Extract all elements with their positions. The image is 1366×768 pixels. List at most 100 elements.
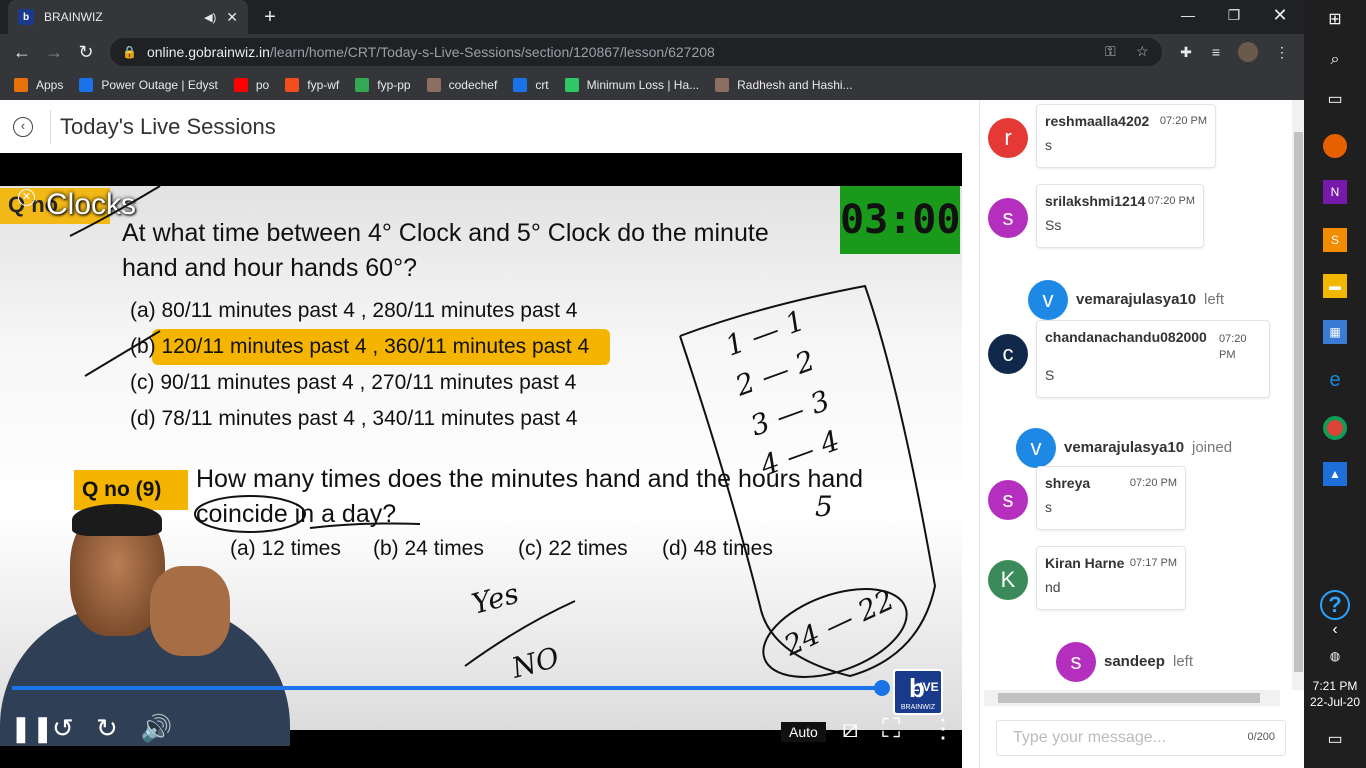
task-view-icon[interactable]: ▭ (1323, 88, 1347, 112)
minimize-button[interactable]: — (1165, 0, 1211, 32)
bookmark-item[interactable]: crt (513, 78, 549, 92)
menu-kebab-icon[interactable]: ⋮ (1272, 42, 1292, 62)
char-counter: 0/200 (1247, 731, 1275, 743)
brainwiz-icon (513, 78, 528, 92)
rewind-10-icon[interactable]: ↺ (52, 713, 74, 744)
web-page: ‹ Today's Live Sessions Q no ✕ Clocks 03… (0, 100, 1305, 768)
brainwiz-favicon-icon: b (18, 9, 34, 25)
bookmark-item[interactable]: Radhesh and Hashi... (715, 78, 853, 92)
event-action: left (1173, 653, 1194, 670)
bookmark-label: fyp-pp (377, 78, 411, 92)
firefox-icon[interactable] (1323, 134, 1347, 158)
volume-icon[interactable]: 🔊 (140, 713, 172, 744)
bookmark-item[interactable]: po (233, 78, 269, 92)
onenote-icon[interactable]: N (1323, 180, 1347, 204)
avatar: c (988, 334, 1028, 374)
message-text: Ss (1045, 217, 1062, 233)
lecture-slide: Q no ✕ Clocks 03:00 At what time between… (0, 186, 962, 746)
presenter-hand (150, 566, 230, 656)
media-control-icon[interactable]: ≡ (1206, 42, 1226, 62)
address-bar[interactable]: 🔒 online.gobrainwiz.in/learn/home/CRT/To… (110, 38, 1162, 66)
message-text: s (1045, 499, 1052, 515)
url-path: /learn/home/CRT/Today-s-Live-Sessions/se… (269, 44, 715, 60)
chat-horizontal-scrollbar[interactable] (984, 690, 1280, 706)
forward-button[interactable]: → (42, 40, 66, 64)
figma-icon (285, 78, 300, 92)
progress-bar[interactable] (12, 686, 882, 690)
reload-button[interactable]: ↻ (74, 40, 98, 64)
page-title: Today's Live Sessions (60, 113, 276, 139)
bookmark-item[interactable]: Apps (14, 78, 63, 92)
pd-icon (355, 78, 370, 92)
new-tab-button[interactable]: + (258, 5, 282, 29)
event-username: vemarajulasya10 (1064, 439, 1185, 456)
url-host: online.gobrainwiz.in (146, 44, 270, 60)
notifications-icon[interactable]: ▭ (1323, 728, 1347, 752)
quality-selector[interactable]: Auto (781, 722, 826, 742)
handwriting-yes: Yes (468, 577, 522, 621)
help-icon[interactable]: ? (1320, 590, 1350, 620)
bookmark-label: Radhesh and Hashi... (737, 78, 853, 92)
underline-day (309, 522, 421, 529)
cast-off-icon[interactable]: ⧄ (842, 713, 859, 745)
extensions-puzzle-icon[interactable]: ✚ (1176, 42, 1196, 62)
chat-scroll-thumb[interactable] (1294, 132, 1303, 672)
bookmark-label: Power Outage | Edyst (101, 78, 218, 92)
bookmark-label: fyp-wf (307, 78, 340, 92)
message-time: 07:20 PM (1219, 333, 1247, 361)
more-options-icon[interactable]: ⋮ (930, 713, 956, 744)
taskbar-clock[interactable]: 7:21 PM 22-Jul-20 (1304, 678, 1366, 710)
chat-hscroll-thumb[interactable] (998, 693, 1260, 703)
back-circle-icon[interactable]: ‹ (13, 116, 33, 137)
chevron-left-icon[interactable]: ‹ (1323, 618, 1347, 642)
message-bubble: chandanachandu082000 07:20 PM S (1036, 320, 1270, 398)
video-player[interactable]: Q no ✕ Clocks 03:00 At what time between… (0, 153, 962, 768)
tick-stroke (69, 186, 161, 237)
progress-knob[interactable] (874, 680, 890, 696)
chat-messages: r reshmaalla4202 07:20 PM s s srilakshmi1214 0… (980, 100, 1289, 690)
bookmark-label: codechef (448, 78, 498, 92)
audio-playing-icon[interactable]: ◀) (204, 11, 216, 24)
chrome-icon[interactable] (1323, 416, 1347, 440)
bookmark-star-icon[interactable]: ☆ (1136, 43, 1149, 60)
hackerrank-icon (564, 78, 579, 92)
back-button[interactable]: ← (10, 40, 34, 64)
bookmark-item[interactable]: fyp-pp (355, 78, 411, 92)
browser-toolbar: ← → ↻ 🔒 online.gobrainwiz.in/learn/home/… (0, 34, 1304, 70)
message-username: shreya (1045, 475, 1091, 491)
tick-mark-b (84, 330, 161, 377)
restore-button[interactable]: ❐ (1211, 0, 1257, 32)
profile-avatar[interactable] (1238, 42, 1258, 62)
edyst-icon (79, 78, 94, 92)
close-window-button[interactable]: ✕ (1257, 0, 1303, 32)
network-icon[interactable]: ◍ (1323, 644, 1347, 668)
windows-start-icon[interactable]: ⊞ (1323, 8, 1347, 32)
bookmark-item[interactable]: Minimum Loss | Ha... (564, 78, 699, 92)
codechef-icon (715, 78, 730, 92)
bookmark-item[interactable]: fyp-wf (285, 78, 339, 92)
edge-icon[interactable]: e (1323, 368, 1347, 392)
search-icon[interactable]: ⌕ (1323, 48, 1347, 72)
avatar: s (1056, 642, 1096, 682)
calculator-icon[interactable]: ▦ (1323, 320, 1347, 344)
presenter-hair (72, 504, 162, 536)
close-tab-icon[interactable]: ✕ (226, 9, 238, 26)
browser-tab[interactable]: b BRAINWIZ ◀) ✕ (8, 0, 248, 34)
message-time: 07:20 PM (1159, 115, 1207, 127)
codechef-icon (426, 78, 441, 92)
event-action: joined (1192, 439, 1233, 456)
event-username: sandeep (1104, 653, 1165, 670)
header-divider (50, 109, 51, 144)
pause-icon[interactable]: ❚❚ (10, 713, 54, 744)
sublime-icon[interactable]: S (1323, 228, 1347, 252)
photos-icon[interactable]: ▲ (1323, 462, 1347, 486)
key-icon[interactable]: ⚿ (1105, 43, 1116, 60)
file-explorer-icon[interactable]: ▬ (1323, 274, 1347, 298)
avatar: v (1028, 280, 1068, 320)
bookmark-item[interactable]: codechef (426, 78, 498, 92)
fullscreen-icon[interactable]: ⛶ (882, 713, 900, 745)
chat-message-input[interactable] (997, 721, 1237, 755)
forward-10-icon[interactable]: ↻ (96, 713, 118, 744)
bookmark-item[interactable]: Power Outage | Edyst (79, 78, 218, 92)
handwriting-item-5: 5 (815, 490, 833, 523)
